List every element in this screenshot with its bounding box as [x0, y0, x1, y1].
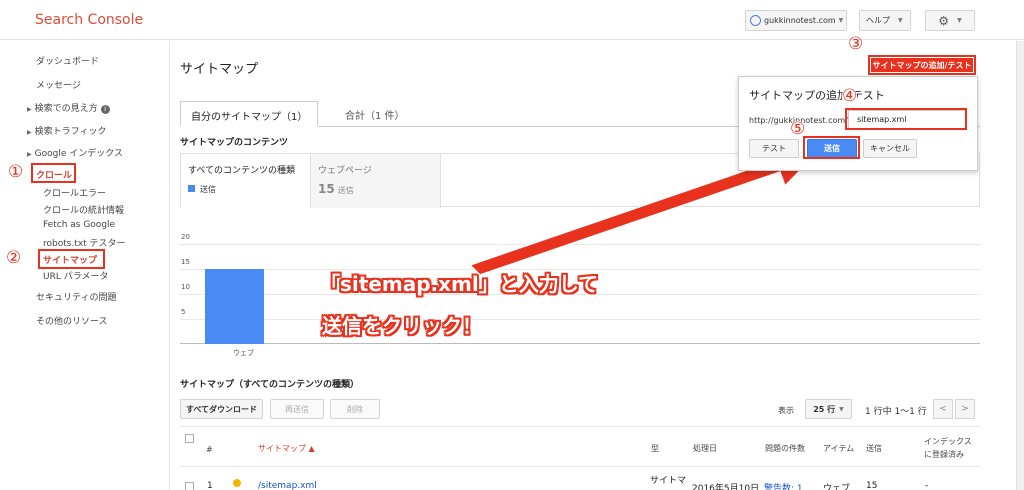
rows-select-value: 25 行 [813, 404, 836, 414]
test-button[interactable]: テスト [749, 139, 799, 158]
next-page-button[interactable]: > [955, 399, 975, 419]
dialog-title: サイトマップの追加/テスト [749, 89, 885, 102]
row-type: サイトマ [650, 476, 687, 486]
row-processed-date: 2016年5月10日 [692, 484, 760, 490]
col-header-indexed[interactable]: インデックス [924, 436, 972, 447]
row-item: ウェブ [823, 484, 851, 490]
table-divider [180, 466, 980, 467]
col-header-number: # [206, 445, 213, 454]
step-marker-5: ⑤ [790, 119, 806, 139]
row-indexed: - [925, 481, 929, 490]
row-number: 1 [207, 481, 213, 490]
col-header-sitemap[interactable]: サイトマップ ▲ [258, 443, 315, 454]
pagination-range: 1 行中 1〜1 行 [865, 407, 927, 417]
col-header-type[interactable]: 型 [651, 443, 659, 454]
page-scrollbar[interactable] [1016, 41, 1024, 490]
table-divider [180, 426, 980, 427]
select-all-checkbox[interactable] [185, 434, 194, 443]
col-header-items[interactable]: アイテム [823, 443, 854, 454]
cancel-button[interactable]: キャンセル [863, 139, 917, 158]
chevron-down-icon: ▼ [839, 405, 844, 413]
row-submitted: 15 [866, 481, 878, 490]
prev-page-button[interactable]: < [933, 399, 953, 419]
highlight-box-input [845, 108, 967, 130]
row-issues-link[interactable]: 警告数: 1 [764, 481, 803, 490]
table-heading: サイトマップ（すべてのコンテンツの種類） [180, 380, 360, 390]
rows-per-page-label: 表示 [778, 406, 794, 415]
delete-button[interactable]: 削除 [330, 399, 380, 419]
add-test-sitemap-button[interactable]: サイトマップの追加/テスト [868, 55, 976, 75]
col-header-submitted[interactable]: 送信 [866, 443, 882, 454]
warning-icon [233, 479, 241, 487]
step-marker-3: ③ [848, 34, 864, 54]
col-header-processed[interactable]: 処理日 [693, 443, 717, 454]
step-marker-4: ④ [842, 86, 858, 106]
rows-per-page-select[interactable]: 25 行 ▼ [805, 399, 852, 419]
row-checkbox[interactable] [185, 482, 194, 490]
col-header-issues[interactable]: 問題の件数 [765, 443, 805, 454]
row-sitemap-link[interactable]: /sitemap.xml [258, 481, 317, 490]
download-all-button[interactable]: すべてダウンロード [180, 399, 263, 419]
highlight-box-submit [803, 136, 860, 159]
col-header-indexed-line2: に登録済み [924, 450, 964, 459]
resubmit-button[interactable]: 再送信 [270, 399, 324, 419]
